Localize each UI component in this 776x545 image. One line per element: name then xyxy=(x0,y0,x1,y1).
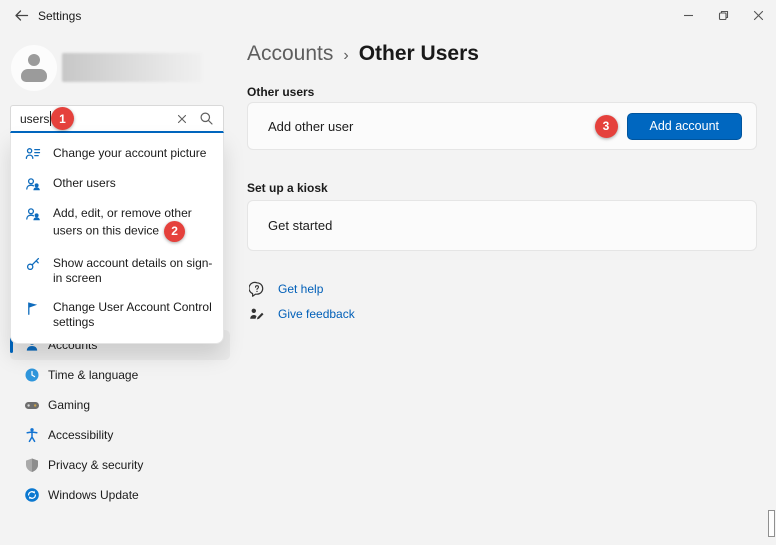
give-feedback-label: Give feedback xyxy=(278,307,355,321)
add-other-user-label: Add other user xyxy=(268,119,595,134)
annotation-badge-1: 1 xyxy=(51,107,74,130)
get-help-link[interactable]: Get help xyxy=(249,276,355,301)
window-title: Settings xyxy=(38,9,81,23)
suggestion-other-users[interactable]: Other users xyxy=(11,169,223,199)
get-started-label: Get started xyxy=(268,218,742,233)
avatar xyxy=(11,45,57,91)
vertical-scrollbar-thumb[interactable] xyxy=(768,510,775,537)
minimize-icon xyxy=(683,10,694,21)
sidebar-item-label: Privacy & security xyxy=(48,458,143,472)
account-picture-icon xyxy=(25,146,41,162)
page-title: Other Users xyxy=(359,42,479,66)
gaming-icon xyxy=(24,397,40,413)
suggestion-add-edit-remove-users[interactable]: Add, edit, or remove other users on this… xyxy=(11,199,223,249)
redacted-username xyxy=(62,53,202,82)
section-header-kiosk: Set up a kiosk xyxy=(247,181,328,195)
add-other-user-row: Add other user 3 Add account xyxy=(247,102,757,150)
minimize-button[interactable] xyxy=(672,3,704,27)
suggestion-label: Other users xyxy=(53,176,116,190)
privacy-security-icon xyxy=(24,457,40,473)
accessibility-icon xyxy=(24,427,40,443)
close-icon xyxy=(753,10,764,21)
help-icon xyxy=(249,281,265,297)
search-input[interactable] xyxy=(11,106,171,131)
restore-icon xyxy=(718,10,729,21)
sidebar: 1 Change your account picture xyxy=(0,30,240,545)
sidebar-item-label: Accessibility xyxy=(48,428,113,442)
give-feedback-link[interactable]: Give feedback xyxy=(249,301,355,326)
sidebar-item-windows-update[interactable]: Windows Update xyxy=(10,480,230,510)
add-users-icon xyxy=(25,206,41,222)
suggestion-label: Show account details on sign-in screen xyxy=(53,256,212,285)
sidebar-item-privacy-security[interactable]: Privacy & security xyxy=(10,450,230,480)
suggestion-label: Change your account picture xyxy=(53,146,206,160)
feedback-icon xyxy=(249,306,265,322)
windows-update-icon xyxy=(24,487,40,503)
sidebar-item-gaming[interactable]: Gaming xyxy=(10,390,230,420)
close-button[interactable] xyxy=(742,3,774,27)
back-arrow-icon xyxy=(14,9,29,22)
sidebar-nav: Accounts Time & language Gaming xyxy=(0,330,240,510)
sidebar-item-label: Gaming xyxy=(48,398,90,412)
help-links: Get help Give feedback xyxy=(249,276,355,326)
clear-search-icon[interactable] xyxy=(175,112,189,126)
suggestion-change-uac-settings[interactable]: Change User Account Control settings xyxy=(11,293,223,337)
restore-button[interactable] xyxy=(707,3,739,27)
titlebar: Settings xyxy=(0,0,776,30)
search-suggestions-dropdown: Change your account picture Other users xyxy=(10,133,224,344)
section-header-other-users: Other users xyxy=(247,85,314,99)
profile-row[interactable] xyxy=(0,42,230,102)
avatar-person-icon xyxy=(28,54,40,66)
suggestion-change-account-picture[interactable]: Change your account picture xyxy=(11,139,223,169)
breadcrumb-accounts[interactable]: Accounts xyxy=(247,42,333,66)
sidebar-item-time-language[interactable]: Time & language xyxy=(10,360,230,390)
search-icon[interactable] xyxy=(199,111,214,126)
flag-icon xyxy=(25,300,41,316)
kiosk-get-started-row[interactable]: Get started xyxy=(247,200,757,251)
add-account-button[interactable]: Add account xyxy=(627,113,743,140)
sidebar-item-label: Time & language xyxy=(48,368,138,382)
other-users-icon xyxy=(25,176,41,192)
sidebar-item-label: Windows Update xyxy=(48,488,139,502)
breadcrumb: Accounts › Other Users xyxy=(247,42,479,66)
breadcrumb-separator: › xyxy=(343,47,348,65)
time-language-icon xyxy=(24,367,40,383)
annotation-badge-3: 3 xyxy=(595,115,618,138)
key-icon xyxy=(25,256,41,272)
sidebar-item-accessibility[interactable]: Accessibility xyxy=(10,420,230,450)
search-box xyxy=(10,105,224,133)
annotation-badge-2: 2 xyxy=(164,221,185,242)
suggestion-label: Change User Account Control settings xyxy=(53,300,212,329)
get-help-label: Get help xyxy=(278,282,323,296)
back-button[interactable] xyxy=(10,5,32,25)
suggestion-show-account-details[interactable]: Show account details on sign-in screen xyxy=(11,249,223,293)
